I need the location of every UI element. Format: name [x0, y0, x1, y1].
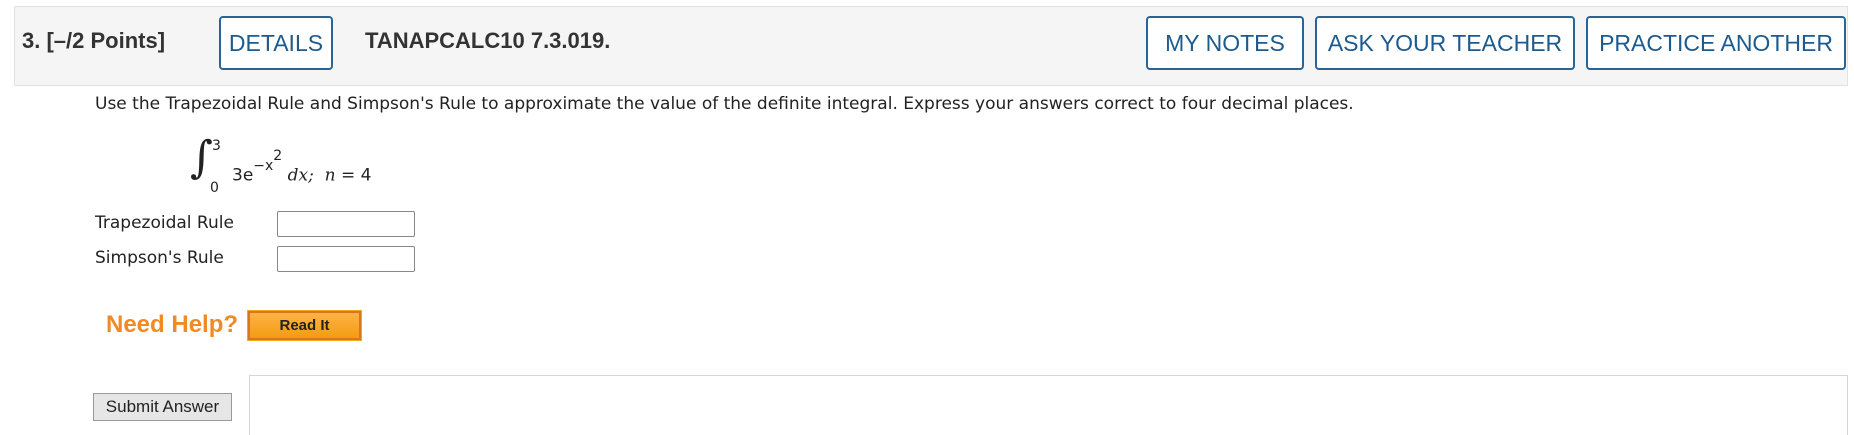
simpsons-rule-label: Simpson's Rule — [95, 248, 224, 268]
trapezoidal-rule-input[interactable] — [277, 211, 415, 237]
integrand-coefficient: 3e — [232, 165, 254, 186]
question-number-points: 3. [–/2 Points] — [22, 28, 165, 54]
submit-area-panel — [249, 375, 1848, 435]
my-notes-button[interactable]: MY NOTES — [1146, 16, 1304, 70]
practice-another-button[interactable]: PRACTICE ANOTHER — [1586, 16, 1846, 70]
read-it-button[interactable]: Read It — [247, 310, 362, 341]
n-label: n — [324, 165, 336, 186]
submit-answer-button[interactable]: Submit Answer — [93, 393, 232, 421]
question-instructions: Use the Trapezoidal Rule and Simpson's R… — [95, 94, 1354, 114]
integrand: 3e−x2 dx; n = 4 — [232, 148, 372, 186]
integrand-exponent-power: 2 — [273, 148, 283, 164]
need-help-label: Need Help? — [106, 311, 239, 338]
ask-your-teacher-button[interactable]: ASK YOUR TEACHER — [1315, 16, 1575, 70]
integral-expression: ∫ 3 0 3e−x2 dx; n = 4 — [190, 132, 490, 198]
integrand-exponent: −x2 — [253, 148, 283, 174]
details-button[interactable]: DETAILS — [219, 16, 333, 70]
question-number: 3. — [22, 28, 41, 53]
integral-lower-limit: 0 — [210, 180, 219, 196]
question-points: [–/2 Points] — [46, 28, 166, 53]
assignment-id: TANAPCALC10 7.3.019. — [365, 28, 611, 53]
n-value: = 4 — [341, 165, 372, 186]
integral-upper-limit: 3 — [212, 138, 221, 154]
trapezoidal-rule-label: Trapezoidal Rule — [95, 213, 234, 233]
integral-sign: ∫ — [190, 132, 213, 183]
integral-differential: dx; — [287, 165, 314, 186]
simpsons-rule-input[interactable] — [277, 246, 415, 272]
